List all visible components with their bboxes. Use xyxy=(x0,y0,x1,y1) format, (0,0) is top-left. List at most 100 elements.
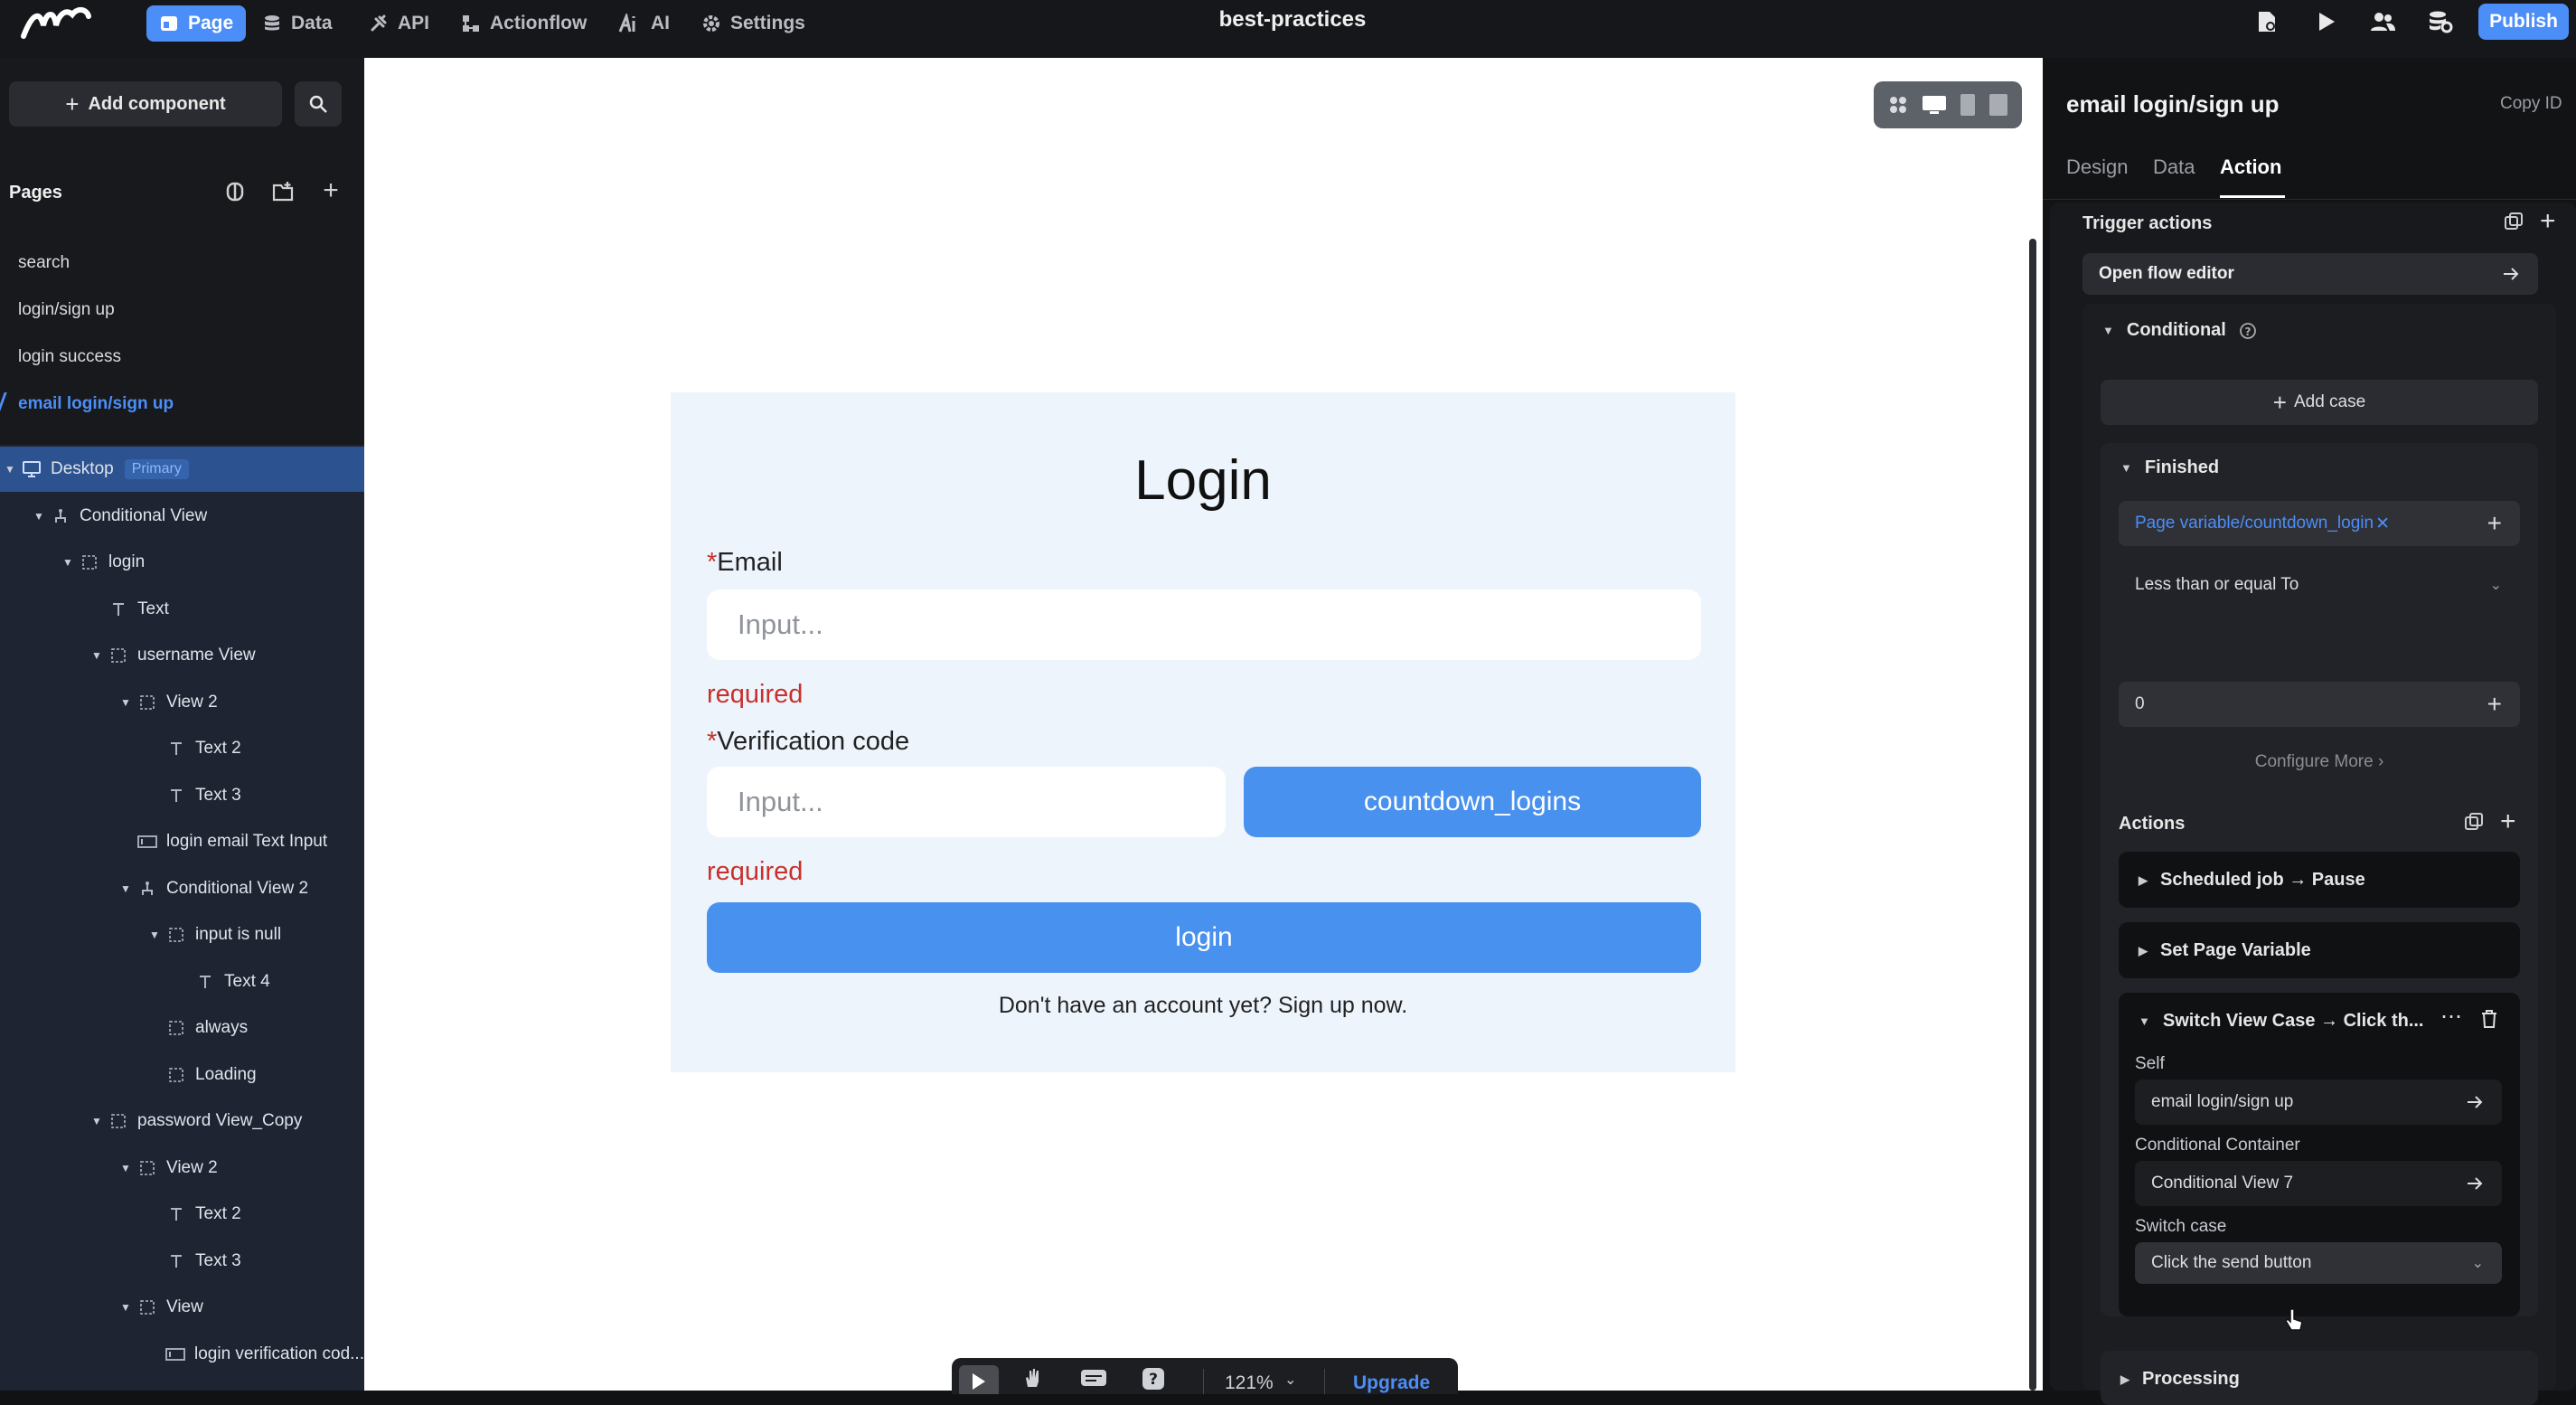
text-icon xyxy=(165,1206,188,1222)
tree-item[interactable]: Text xyxy=(0,587,364,632)
tree-item[interactable]: Text 4 xyxy=(0,959,364,1004)
tree-item[interactable]: ▼ View xyxy=(0,1285,364,1330)
caret-down-icon[interactable]: ▼ xyxy=(29,510,49,523)
trash-icon[interactable] xyxy=(2480,1009,2498,1029)
add-variable-icon[interactable]: + xyxy=(2487,509,2502,538)
page-item-login-sign-up[interactable]: login/sign up xyxy=(18,300,115,320)
tree-item-desktop[interactable]: ▼ Desktop Primary xyxy=(0,447,364,492)
nav-api[interactable]: API xyxy=(356,5,442,42)
tree-item[interactable]: ▼ login xyxy=(0,540,364,585)
tree-item-label: input is null xyxy=(195,925,282,944)
nav-data[interactable]: Data xyxy=(249,5,345,42)
copy-icon[interactable] xyxy=(2504,212,2524,231)
compare-value-input[interactable]: 0 + xyxy=(2119,682,2520,727)
page-item-email-login-sign-up[interactable]: email login/sign up xyxy=(18,394,174,414)
caret-down-icon[interactable]: ▼ xyxy=(58,556,78,569)
countdown-button[interactable]: countdown_logins xyxy=(1244,767,1701,837)
file-icon[interactable] xyxy=(2249,4,2285,40)
copy-id-button[interactable]: Copy ID xyxy=(2500,94,2562,114)
caret-down-icon[interactable]: ▼ xyxy=(145,929,165,941)
desktop-view-icon[interactable] xyxy=(1922,95,1947,115)
grid-view-icon[interactable] xyxy=(1887,94,1909,116)
remove-variable-icon[interactable]: ✕ xyxy=(2375,514,2390,534)
tree-item-label: username View xyxy=(137,646,256,665)
caret-down-icon[interactable]: ▼ xyxy=(87,1115,107,1127)
help-icon[interactable]: ? xyxy=(1142,1367,1165,1391)
nav-settings[interactable]: Settings xyxy=(689,5,818,42)
nav-ai[interactable]: AI xyxy=(606,5,682,42)
self-field[interactable]: email login/sign up xyxy=(2135,1080,2502,1125)
caret-down-icon[interactable]: ▼ xyxy=(116,882,136,895)
conditional-header[interactable]: ▼ Conditional ? xyxy=(2102,320,2257,341)
nav-actionflow[interactable]: Actionflow xyxy=(448,5,599,42)
page-item-search[interactable]: search xyxy=(18,253,70,273)
tablet-view-icon[interactable] xyxy=(1960,93,1976,117)
tab-action[interactable]: Action xyxy=(2220,156,2281,179)
tree-item[interactable]: ▼ View 2 xyxy=(0,680,364,725)
publish-button[interactable]: Publish xyxy=(2478,4,2569,40)
play-icon[interactable] xyxy=(2308,4,2345,40)
caret-down-icon[interactable]: ▼ xyxy=(116,1301,136,1314)
open-flow-editor-button[interactable]: Open flow editor xyxy=(2082,253,2538,295)
finished-case-header[interactable]: ▼ Finished xyxy=(2120,457,2219,478)
page-layout-icon[interactable] xyxy=(224,181,249,206)
tree-item[interactable]: login email Text Input xyxy=(0,819,364,864)
tree-item[interactable]: ▼ input is null xyxy=(0,912,364,957)
tree-item[interactable]: Text 2 xyxy=(0,726,364,771)
add-component-button[interactable]: + Add component xyxy=(9,81,282,127)
action-switch-view-case-header[interactable]: ▼ Switch View Case → Click th... xyxy=(2139,1011,2424,1032)
app-logo-icon[interactable] xyxy=(20,4,92,43)
verification-code-input[interactable]: Input... xyxy=(707,767,1226,837)
email-input[interactable]: Input... xyxy=(707,589,1701,660)
pointer-tool-icon[interactable] xyxy=(959,1365,999,1394)
search-components-button[interactable] xyxy=(295,81,342,127)
new-folder-icon[interactable] xyxy=(271,181,296,206)
page-variable-field[interactable]: Page variable/countdown_login ✕ + xyxy=(2119,501,2520,546)
tree-item[interactable]: ▼ username View xyxy=(0,633,364,678)
caret-down-icon[interactable]: ▼ xyxy=(116,696,136,709)
caret-down-icon: ▼ xyxy=(5,463,15,476)
canvas-scrollbar[interactable] xyxy=(2029,239,2036,1391)
conditional-icon xyxy=(136,881,159,897)
tree-item[interactable]: login verification cod... xyxy=(0,1332,364,1377)
tree-item[interactable]: always xyxy=(0,1005,364,1051)
zoom-chevron-down-icon[interactable]: ⌄ xyxy=(1284,1371,1296,1389)
add-trigger-icon[interactable]: + xyxy=(2540,206,2556,237)
conditional-container-field[interactable]: Conditional View 7 xyxy=(2135,1161,2502,1206)
tree-item[interactable]: Text 3 xyxy=(0,773,364,818)
users-icon[interactable] xyxy=(2364,4,2401,40)
nav-page[interactable]: Page xyxy=(146,5,247,42)
tree-item[interactable]: ▼ Conditional View xyxy=(0,494,364,539)
add-case-button[interactable]: + Add case xyxy=(2101,380,2538,425)
tree-item[interactable]: Loading xyxy=(0,1052,364,1098)
add-page-icon[interactable]: + xyxy=(318,177,343,204)
question-circle-icon: ? xyxy=(2239,322,2257,340)
switch-case-select[interactable]: Click the send button ⌄ xyxy=(2135,1242,2502,1284)
comment-tool-icon[interactable] xyxy=(1080,1369,1107,1387)
caret-down-icon[interactable]: ▼ xyxy=(87,649,107,662)
tree-item[interactable]: Text 2 xyxy=(0,1192,364,1237)
operator-select[interactable]: Less than or equal To ⌄ xyxy=(2119,562,2520,608)
database-settings-icon[interactable] xyxy=(2422,4,2458,40)
signup-link[interactable]: Don't have an account yet? Sign up now. xyxy=(671,993,1735,1019)
add-value-icon[interactable]: + xyxy=(2487,690,2502,719)
tree-item[interactable]: ▼ Conditional View 2 xyxy=(0,866,364,911)
tree-item-label: Loading xyxy=(195,1064,257,1084)
mobile-view-icon[interactable] xyxy=(1988,93,2008,117)
more-options-icon[interactable]: ⋯ xyxy=(2440,1004,2462,1030)
tree-item[interactable]: ▼ password View_Copy xyxy=(0,1099,364,1144)
hand-tool-icon[interactable] xyxy=(1022,1367,1044,1389)
email-label: *Email xyxy=(707,548,783,577)
configure-more-link[interactable]: Configure More › xyxy=(2119,752,2520,772)
zoom-level[interactable]: 121% xyxy=(1225,1372,1274,1394)
page-item-login-success[interactable]: login success xyxy=(18,347,121,367)
copy-actions-icon[interactable] xyxy=(2464,812,2484,832)
login-button[interactable]: login xyxy=(707,902,1701,973)
tree-item[interactable]: ▼ View 2 xyxy=(0,1146,364,1191)
caret-down-icon[interactable]: ▼ xyxy=(116,1162,136,1174)
upgrade-link[interactable]: Upgrade xyxy=(1353,1372,1430,1394)
tab-data[interactable]: Data xyxy=(2153,156,2195,179)
tab-design[interactable]: Design xyxy=(2066,156,2128,179)
tree-item[interactable]: Text 3 xyxy=(0,1239,364,1284)
add-action-icon[interactable]: + xyxy=(2500,806,2516,837)
